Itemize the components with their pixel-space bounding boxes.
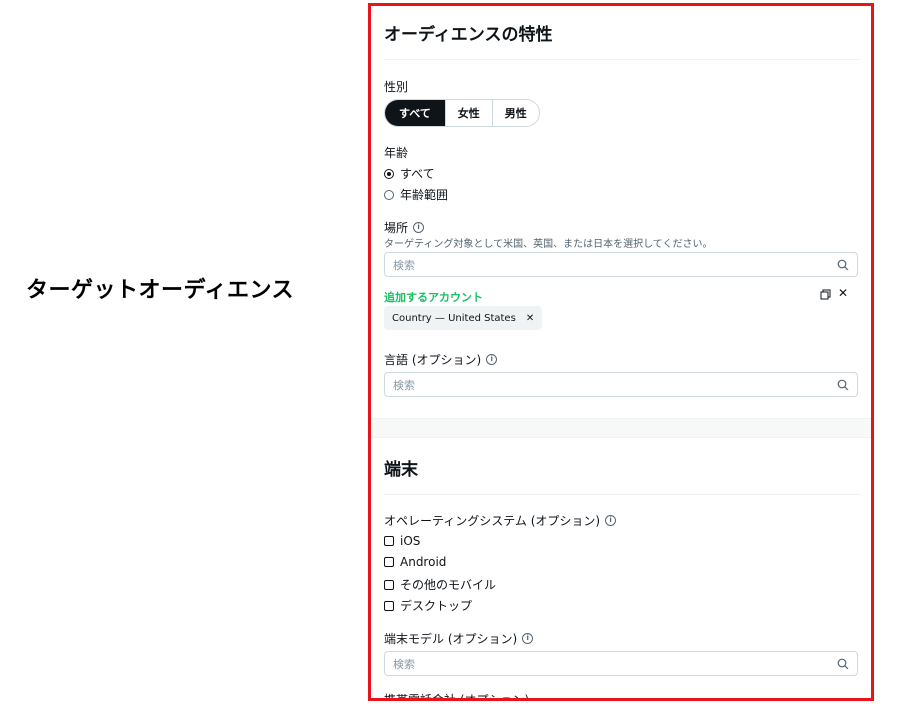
location-search-input[interactable]: 検索 [384,252,858,277]
divider [384,494,860,495]
search-placeholder: 検索 [393,258,415,272]
targeting-panel: オーディエンスの特性 性別 すべて 女性 男性 年齢 すべて 年齢範囲 場所 i… [368,3,874,701]
device-model-label: 端末モデル (オプション) i [384,630,534,647]
radio-selected-icon[interactable] [384,168,394,179]
close-icon[interactable]: ✕ [838,286,848,300]
radio-icon[interactable] [384,189,394,200]
age-radio-range[interactable]: 年齢範囲 [384,186,448,203]
language-search-input[interactable]: 検索 [384,372,858,397]
os-label: オペレーティングシステム (オプション) i [384,512,617,529]
os-option-other-mobile[interactable]: その他のモバイル [384,576,496,593]
gender-label: 性別 [384,80,409,94]
carrier-label-partial: 携帯電話会社 (オプション) [384,693,530,701]
location-chip: Country — United States ✕ [384,306,543,330]
info-icon[interactable]: i [522,633,534,644]
info-icon[interactable]: i [486,354,498,365]
os-option-label: デスクトップ [400,599,473,613]
os-option-label: Android [400,555,447,569]
os-option-ios[interactable]: iOS [384,534,420,548]
language-label: 言語 (オプション) i [384,351,498,368]
location-label: 場所 i [384,219,425,236]
search-placeholder: 検索 [393,657,415,671]
age-label: 年齢 [384,146,409,160]
search-icon [837,658,849,669]
checkbox-icon[interactable] [384,579,394,590]
copy-icon[interactable] [820,289,831,303]
gender-option-male[interactable]: 男性 [491,100,539,126]
audience-heading: オーディエンスの特性 [384,25,553,45]
gender-option-female[interactable]: 女性 [444,100,492,126]
page-side-title: ターゲットオーディエンス [26,278,295,303]
divider [384,59,860,60]
checkbox-icon[interactable] [384,600,394,611]
search-icon [837,259,849,270]
gender-option-all[interactable]: すべて [385,100,445,126]
age-radio-all[interactable]: すべて [384,165,435,182]
search-icon [837,379,849,390]
info-icon[interactable]: i [413,222,425,233]
gender-segmented-control: すべて 女性 男性 [384,99,540,127]
age-option-label: 年齢範囲 [400,188,449,202]
device-model-search-input[interactable]: 検索 [384,651,858,676]
os-option-label: iOS [400,534,421,548]
os-option-desktop[interactable]: デスクトップ [384,597,472,614]
location-helper: ターゲティング対象として米国、英国、または日本を選択してください。 [384,239,713,250]
checkbox-icon[interactable] [384,536,394,546]
chip-remove-icon[interactable]: ✕ [526,313,534,324]
info-icon[interactable]: i [605,515,617,526]
added-accounts-label: 追加するアカウント [384,291,483,304]
age-option-label: すべて [400,167,435,181]
device-heading: 端末 [384,460,418,480]
checkbox-icon[interactable] [384,557,394,567]
section-separator [371,418,871,438]
os-option-android[interactable]: Android [384,555,446,569]
os-option-label: その他のモバイル [400,578,497,592]
chip-label: Country — United States [392,312,516,324]
search-placeholder: 検索 [393,378,415,392]
